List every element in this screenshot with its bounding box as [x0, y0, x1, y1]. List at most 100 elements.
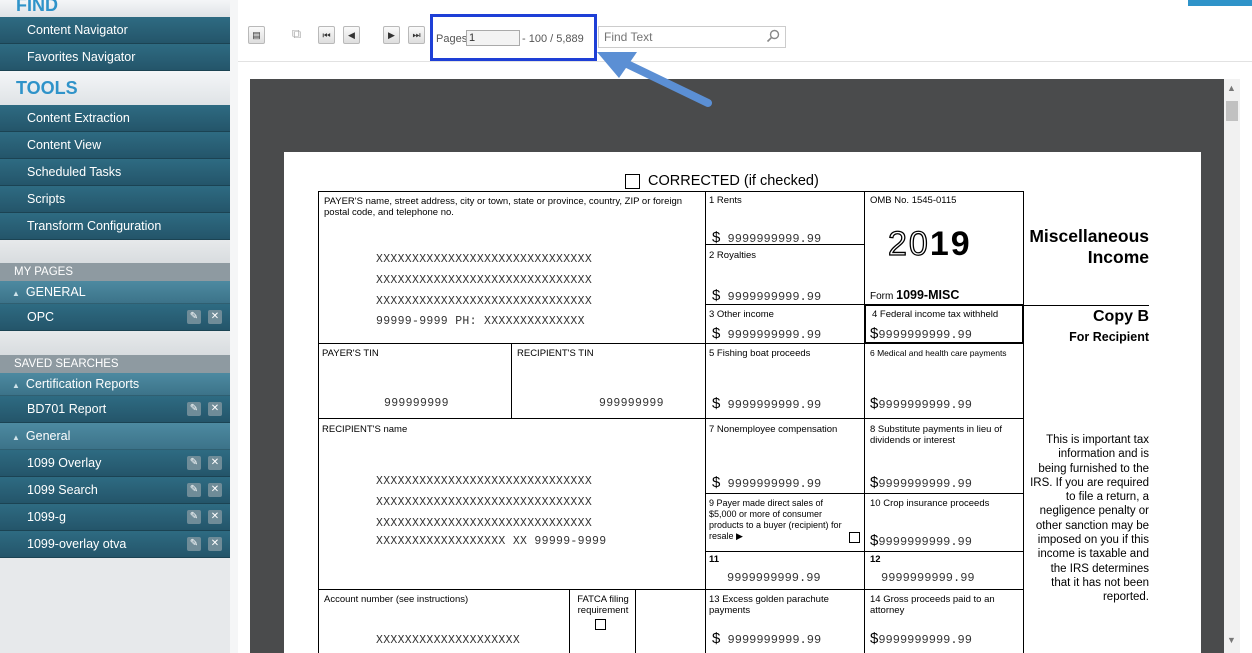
amount-text: 9999999999.99	[878, 633, 972, 647]
amount-value: $9999999999.99	[870, 630, 972, 647]
amount-value: $ 9999999999.99	[712, 325, 822, 342]
nav-scheduled-tasks[interactable]: Scheduled Tasks	[0, 159, 230, 186]
copy-pages-icon[interactable]: ⧉	[288, 26, 305, 44]
saved-item-1099-overlay[interactable]: 1099 Overlay ✎ ✕	[0, 450, 230, 477]
recipient-line: XXXXXXXXXXXXXXXXXXXXXXXXXXXXXX	[376, 475, 593, 488]
group-label: Certification Reports	[25, 377, 140, 391]
close-icon[interactable]: ✕	[208, 483, 222, 497]
nav-content-navigator[interactable]: Content Navigator	[0, 17, 230, 44]
my-pages-title: MY PAGES	[0, 263, 230, 281]
find-text-input[interactable]	[598, 26, 786, 48]
scroll-thumb[interactable]	[1226, 101, 1238, 121]
form-title: Miscellaneous Income	[984, 226, 1149, 268]
amount-value: $9999999999.99	[870, 395, 972, 412]
last-page-icon[interactable]: ⏭	[408, 26, 425, 44]
payer-line: XXXXXXXXXXXXXXXXXXXXXXXXXXXXXX	[376, 274, 593, 287]
recipient-tin-label: RECIPIENT'S TIN	[517, 348, 594, 359]
close-icon[interactable]: ✕	[208, 456, 222, 470]
group-label: GENERAL	[25, 285, 86, 299]
box-11-label: 11	[709, 554, 720, 565]
collapse-triangle-icon: ▲	[12, 433, 20, 442]
edit-icon[interactable]: ✎	[187, 510, 201, 524]
box-2-label: 2 Royalties	[709, 250, 756, 261]
nav-content-view[interactable]: Content View	[0, 132, 230, 159]
saved-item-1099-g[interactable]: 1099-g ✎ ✕	[0, 504, 230, 531]
sidebar-spacer	[0, 331, 230, 355]
nav-content-extraction[interactable]: Content Extraction	[0, 105, 230, 132]
edit-icon[interactable]: ✎	[187, 456, 201, 470]
collapse-triangle-icon: ▲	[12, 381, 20, 390]
divider	[1024, 305, 1149, 306]
box-6-label: 6 Medical and health care payments	[870, 348, 1007, 358]
fatca-checkbox	[595, 619, 606, 630]
corrected-checkbox	[625, 174, 640, 189]
amount-value: $9999999999.99	[870, 474, 972, 491]
next-page-icon[interactable]: ▶	[383, 26, 400, 44]
saved-item-bd701-report[interactable]: BD701 Report ✎ ✕	[0, 396, 230, 423]
saved-item-1099-search[interactable]: 1099 Search ✎ ✕	[0, 477, 230, 504]
nav-favorites-navigator[interactable]: Favorites Navigator	[0, 44, 230, 71]
top-accent-bar	[1188, 0, 1252, 6]
form-name: Form 1099-MISC	[870, 288, 959, 302]
close-icon[interactable]: ✕	[208, 310, 222, 324]
recipient-line: XXXXXXXXXXXXXXXXXXXXXXXXXXXXXX	[376, 517, 593, 530]
tax-year-outline: 20	[887, 224, 930, 263]
amount-text: 9999999999.99	[878, 477, 972, 491]
box-12-label: 12	[870, 554, 881, 565]
nav-transform-configuration[interactable]: Transform Configuration	[0, 213, 230, 240]
saved-group-certification-reports[interactable]: ▲ Certification Reports	[0, 373, 230, 396]
edit-icon[interactable]: ✎	[187, 310, 201, 324]
scroll-down-arrow-icon[interactable]: ▼	[1227, 635, 1236, 645]
amount-text: 9999999999.99	[727, 633, 822, 647]
payer-line: XXXXXXXXXXXXXXXXXXXXXXXXXXXXXX	[376, 295, 593, 308]
saved-item-1099-overlay-otva[interactable]: 1099-overlay otva ✎ ✕	[0, 531, 230, 558]
edit-icon[interactable]: ✎	[187, 537, 201, 551]
toggle-panel-icon[interactable]: ▤	[248, 26, 265, 44]
group-label: General	[25, 429, 71, 443]
previous-page-icon[interactable]: ◀	[343, 26, 360, 44]
box-8-label: 8 Substitute payments in lieu of dividen…	[870, 424, 1003, 446]
fatca-label: FATCA filing requirement	[577, 594, 629, 616]
amount-text: 9999999999.99	[727, 328, 822, 342]
close-icon[interactable]: ✕	[208, 510, 222, 524]
amount-text: 9999999999.99	[727, 398, 822, 412]
payer-name-label: PAYER'S name, street address, city or to…	[324, 196, 683, 218]
corrected-label: CORRECTED (if checked)	[648, 173, 819, 189]
edit-icon[interactable]: ✎	[187, 483, 201, 497]
box-5-label: 5 Fishing boat proceeds	[709, 348, 811, 359]
recipient-line: XXXXXXXXXXXXXXXXXXXXXXXXXXXXXX	[376, 496, 593, 509]
nav-scripts[interactable]: Scripts	[0, 186, 230, 213]
document-canvas[interactable]: CORRECTED (if checked) PAYER'S name, str…	[250, 79, 1224, 653]
account-number-label: Account number (see instructions)	[324, 594, 469, 605]
my-pages-group-general[interactable]: ▲ GENERAL	[0, 281, 230, 304]
payer-line: 99999-9999 PH: XXXXXXXXXXXXXX	[376, 315, 585, 328]
amount-text: 9999999999.99	[727, 290, 822, 304]
amount-value: $ 9999999999.99	[712, 395, 822, 412]
page-item-opc[interactable]: OPC ✎ ✕	[0, 304, 230, 331]
box-13-label: 13 Excess golden parachute payments	[709, 594, 829, 616]
amount-text: 9999999999.99	[878, 535, 972, 549]
saved-item-label: BD701 Report	[27, 402, 107, 416]
saved-searches-title: SAVED SEARCHES	[0, 355, 230, 373]
close-icon[interactable]: ✕	[208, 537, 222, 551]
amount-value: $9999999999.99	[870, 325, 972, 342]
amount-value: $ 9999999999.99	[712, 287, 822, 304]
recipient-name-label: RECIPIENT'S name	[322, 424, 408, 435]
account-blank-box	[635, 589, 706, 653]
saved-group-general[interactable]: ▲ General	[0, 423, 230, 450]
box-4-label: 4 Federal income tax withheld	[872, 309, 999, 320]
edit-icon[interactable]: ✎	[187, 402, 201, 416]
box-9-label: 9 Payer made direct sales of $5,000 or m…	[709, 498, 842, 541]
find-section-title: FIND	[0, 0, 230, 17]
omb-number: OMB No. 1545-0115	[870, 195, 957, 206]
scroll-up-arrow-icon[interactable]: ▲	[1227, 83, 1236, 93]
box-1-label: 1 Rents	[709, 195, 742, 206]
form-title-line: Miscellaneous	[1029, 226, 1149, 246]
box-10-label: 10 Crop insurance proceeds	[870, 498, 990, 509]
search-icon[interactable]	[766, 29, 780, 43]
first-page-icon[interactable]: ⏮	[318, 26, 335, 44]
amount-value: $9999999999.99	[870, 532, 972, 549]
account-number-value: XXXXXXXXXXXXXXXXXXXX	[376, 634, 521, 647]
close-icon[interactable]: ✕	[208, 402, 222, 416]
vertical-scrollbar[interactable]: ▲ ▼	[1224, 79, 1240, 653]
